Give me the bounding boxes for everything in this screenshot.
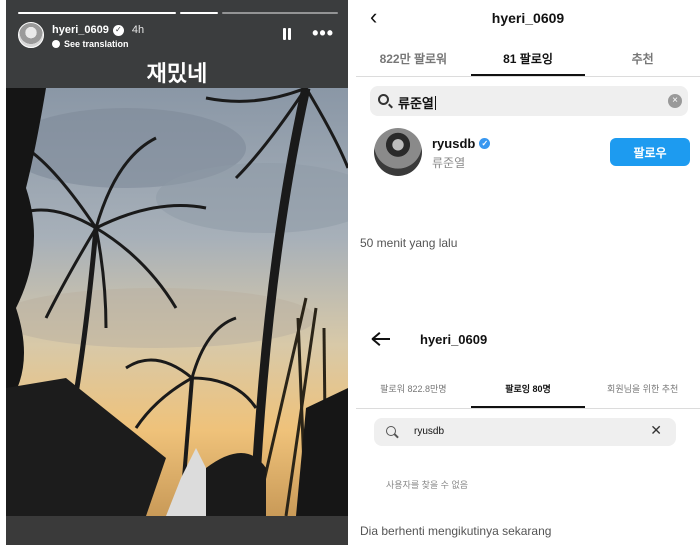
tab-bar: 822만 팔로워 81 팔로잉 추천 xyxy=(356,44,700,76)
search-value: 류준열 xyxy=(398,93,436,112)
story-progress xyxy=(18,12,338,14)
top-header: ‹ hyeri_0609 xyxy=(356,0,700,38)
search-icon xyxy=(378,94,389,105)
story-footer-bar xyxy=(6,516,348,545)
search-input[interactable]: 류준열 × xyxy=(370,86,688,116)
right-panel: ‹ hyeri_0609 822만 팔로워 81 팔로잉 추천 류준열 × ry… xyxy=(356,0,700,545)
clear-icon[interactable]: × xyxy=(668,94,682,108)
tab-suggested[interactable]: 회원님을 위한 추천 xyxy=(585,374,700,408)
tab-suggested[interactable]: 추천 xyxy=(585,44,700,76)
avatar[interactable] xyxy=(374,128,422,176)
story-user[interactable]: hyeri_0609 ✓ 4h xyxy=(52,24,144,36)
bottom-header: hyeri_0609 xyxy=(356,324,700,360)
search-input[interactable]: ryusdb ✕ xyxy=(374,418,676,446)
search-value: ryusdb xyxy=(414,426,445,437)
back-arrow-icon[interactable] xyxy=(370,328,392,348)
tab-following[interactable]: 81 팔로잉 xyxy=(470,44,586,76)
list-item[interactable]: ryusdb ✓ 류준열 팔로우 xyxy=(370,126,690,180)
user-full-name: 류준열 xyxy=(432,156,466,170)
caption-top: 50 menit yang lalu xyxy=(360,236,458,250)
tab-followers[interactable]: 822만 팔로워 xyxy=(356,44,471,76)
story-time: 4h xyxy=(131,24,145,36)
progress-segment xyxy=(222,12,338,14)
follow-button[interactable]: 팔로우 xyxy=(610,138,690,166)
divider xyxy=(356,76,700,77)
user-handle[interactable]: ryusdb ✓ xyxy=(432,136,491,151)
globe-icon xyxy=(52,40,60,48)
page-title: hyeri_0609 xyxy=(491,10,565,26)
caption-bottom: Dia berhenti mengikutinya sekarang xyxy=(360,524,552,538)
screenshot-root: hyeri_0609 ✓ 4h See translation ••• 재밌네 … xyxy=(0,0,700,545)
story-header: hyeri_0609 ✓ 4h See translation ••• xyxy=(18,22,338,52)
story-viewer[interactable]: hyeri_0609 ✓ 4h See translation ••• 재밌네 xyxy=(6,0,348,545)
story-photo xyxy=(6,88,348,516)
avatar[interactable] xyxy=(18,22,44,48)
see-translation-link[interactable]: See translation xyxy=(52,39,129,49)
tab-following[interactable]: 팔로잉 80명 xyxy=(470,374,586,408)
see-translation-label: See translation xyxy=(64,39,129,49)
progress-segment xyxy=(18,12,176,14)
progress-segment xyxy=(180,12,218,14)
empty-state-message: 사용자를 찾을 수 없음 xyxy=(386,480,469,490)
story-caption: 재밌네 xyxy=(146,61,208,86)
story-username[interactable]: hyeri_0609 xyxy=(52,24,109,36)
page-title: hyeri_0609 xyxy=(420,332,488,347)
clear-icon[interactable]: ✕ xyxy=(650,422,662,439)
tab-followers[interactable]: 팔로워 822.8만명 xyxy=(356,374,471,408)
divider xyxy=(356,408,700,409)
verified-icon: ✓ xyxy=(112,24,124,36)
pause-icon[interactable] xyxy=(282,28,292,40)
tab-bar: 팔로워 822.8만명 팔로잉 80명 회원님을 위한 추천 xyxy=(356,374,700,408)
verified-icon: ✓ xyxy=(479,138,491,149)
user-handle-text: ryusdb xyxy=(432,136,476,151)
more-icon[interactable]: ••• xyxy=(312,24,334,42)
search-icon xyxy=(386,426,396,436)
